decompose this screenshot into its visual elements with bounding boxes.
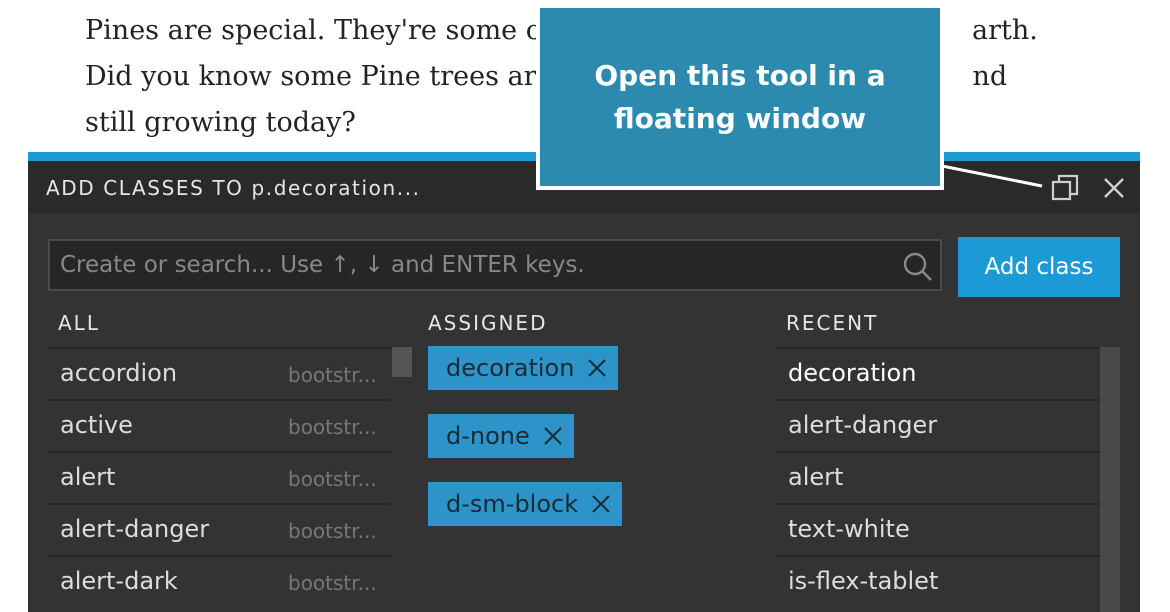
column-header-all: ALL xyxy=(58,311,100,335)
tag-label: decoration xyxy=(446,354,575,382)
recent-class-name: text-white xyxy=(788,515,910,543)
remove-tag-icon[interactable] xyxy=(586,357,608,379)
list-item[interactable]: text-white xyxy=(776,503,1100,555)
class-source: bootstr... xyxy=(288,519,377,543)
list-item[interactable]: alert-dark bootstr... xyxy=(48,555,391,607)
column-header-recent: RECENT xyxy=(786,311,879,335)
class-source: bootstr... xyxy=(288,415,377,439)
class-name: alert-dark xyxy=(60,567,178,595)
callout-text: Open this tool in a floating window xyxy=(594,59,886,135)
class-source: bootstr... xyxy=(288,467,377,491)
tooltip-callout: Open this tool in a floating window xyxy=(536,4,944,190)
recent-classes-list: decoration alert-danger alert text-white… xyxy=(776,347,1100,607)
search-input[interactable] xyxy=(60,241,880,289)
class-name: active xyxy=(60,411,133,439)
assigned-tag-d-none[interactable]: d-none xyxy=(428,414,574,458)
float-window-icon[interactable] xyxy=(1050,173,1080,203)
list-item[interactable]: alert-danger xyxy=(776,399,1100,451)
list-item[interactable]: alert xyxy=(776,451,1100,503)
assigned-tag-decoration[interactable]: decoration xyxy=(428,346,619,390)
search-field xyxy=(48,239,942,291)
recent-class-name: is-flex-tablet xyxy=(788,567,939,595)
tag-label: d-sm-block xyxy=(446,490,579,518)
list-item[interactable]: alert bootstr... xyxy=(48,451,391,503)
class-name: alert-danger xyxy=(60,515,210,543)
recent-class-name: alert-danger xyxy=(788,411,938,439)
recent-list-scrollbar[interactable] xyxy=(1100,347,1120,612)
all-classes-list: accordion bootstr... active bootstr... a… xyxy=(48,347,391,607)
class-name: accordion xyxy=(60,359,178,387)
remove-tag-icon[interactable] xyxy=(590,493,612,515)
add-classes-panel: ADD CLASSES TO p.decoration... Add class… xyxy=(28,152,1140,612)
list-item[interactable]: accordion bootstr... xyxy=(48,347,391,399)
panel-title: ADD CLASSES TO p.decoration... xyxy=(46,176,421,200)
recent-class-name: decoration xyxy=(788,359,917,387)
all-list-scrollbar[interactable] xyxy=(392,347,412,377)
remove-tag-icon[interactable] xyxy=(542,425,564,447)
class-source: bootstr... xyxy=(288,363,377,387)
tag-label: d-none xyxy=(446,422,530,450)
add-class-button[interactable]: Add class xyxy=(958,237,1120,297)
assigned-tag-d-sm-block[interactable]: d-sm-block xyxy=(428,482,623,526)
list-item[interactable]: decoration xyxy=(776,347,1100,399)
class-name: alert xyxy=(60,463,116,491)
column-header-assigned: ASSIGNED xyxy=(428,311,548,335)
search-icon[interactable] xyxy=(902,251,934,283)
recent-class-name: alert xyxy=(788,463,844,491)
list-item[interactable]: active bootstr... xyxy=(48,399,391,451)
list-item[interactable]: is-flex-tablet xyxy=(776,555,1100,607)
list-item[interactable]: alert-danger bootstr... xyxy=(48,503,391,555)
class-source: bootstr... xyxy=(288,571,377,595)
close-icon[interactable] xyxy=(1099,173,1129,203)
